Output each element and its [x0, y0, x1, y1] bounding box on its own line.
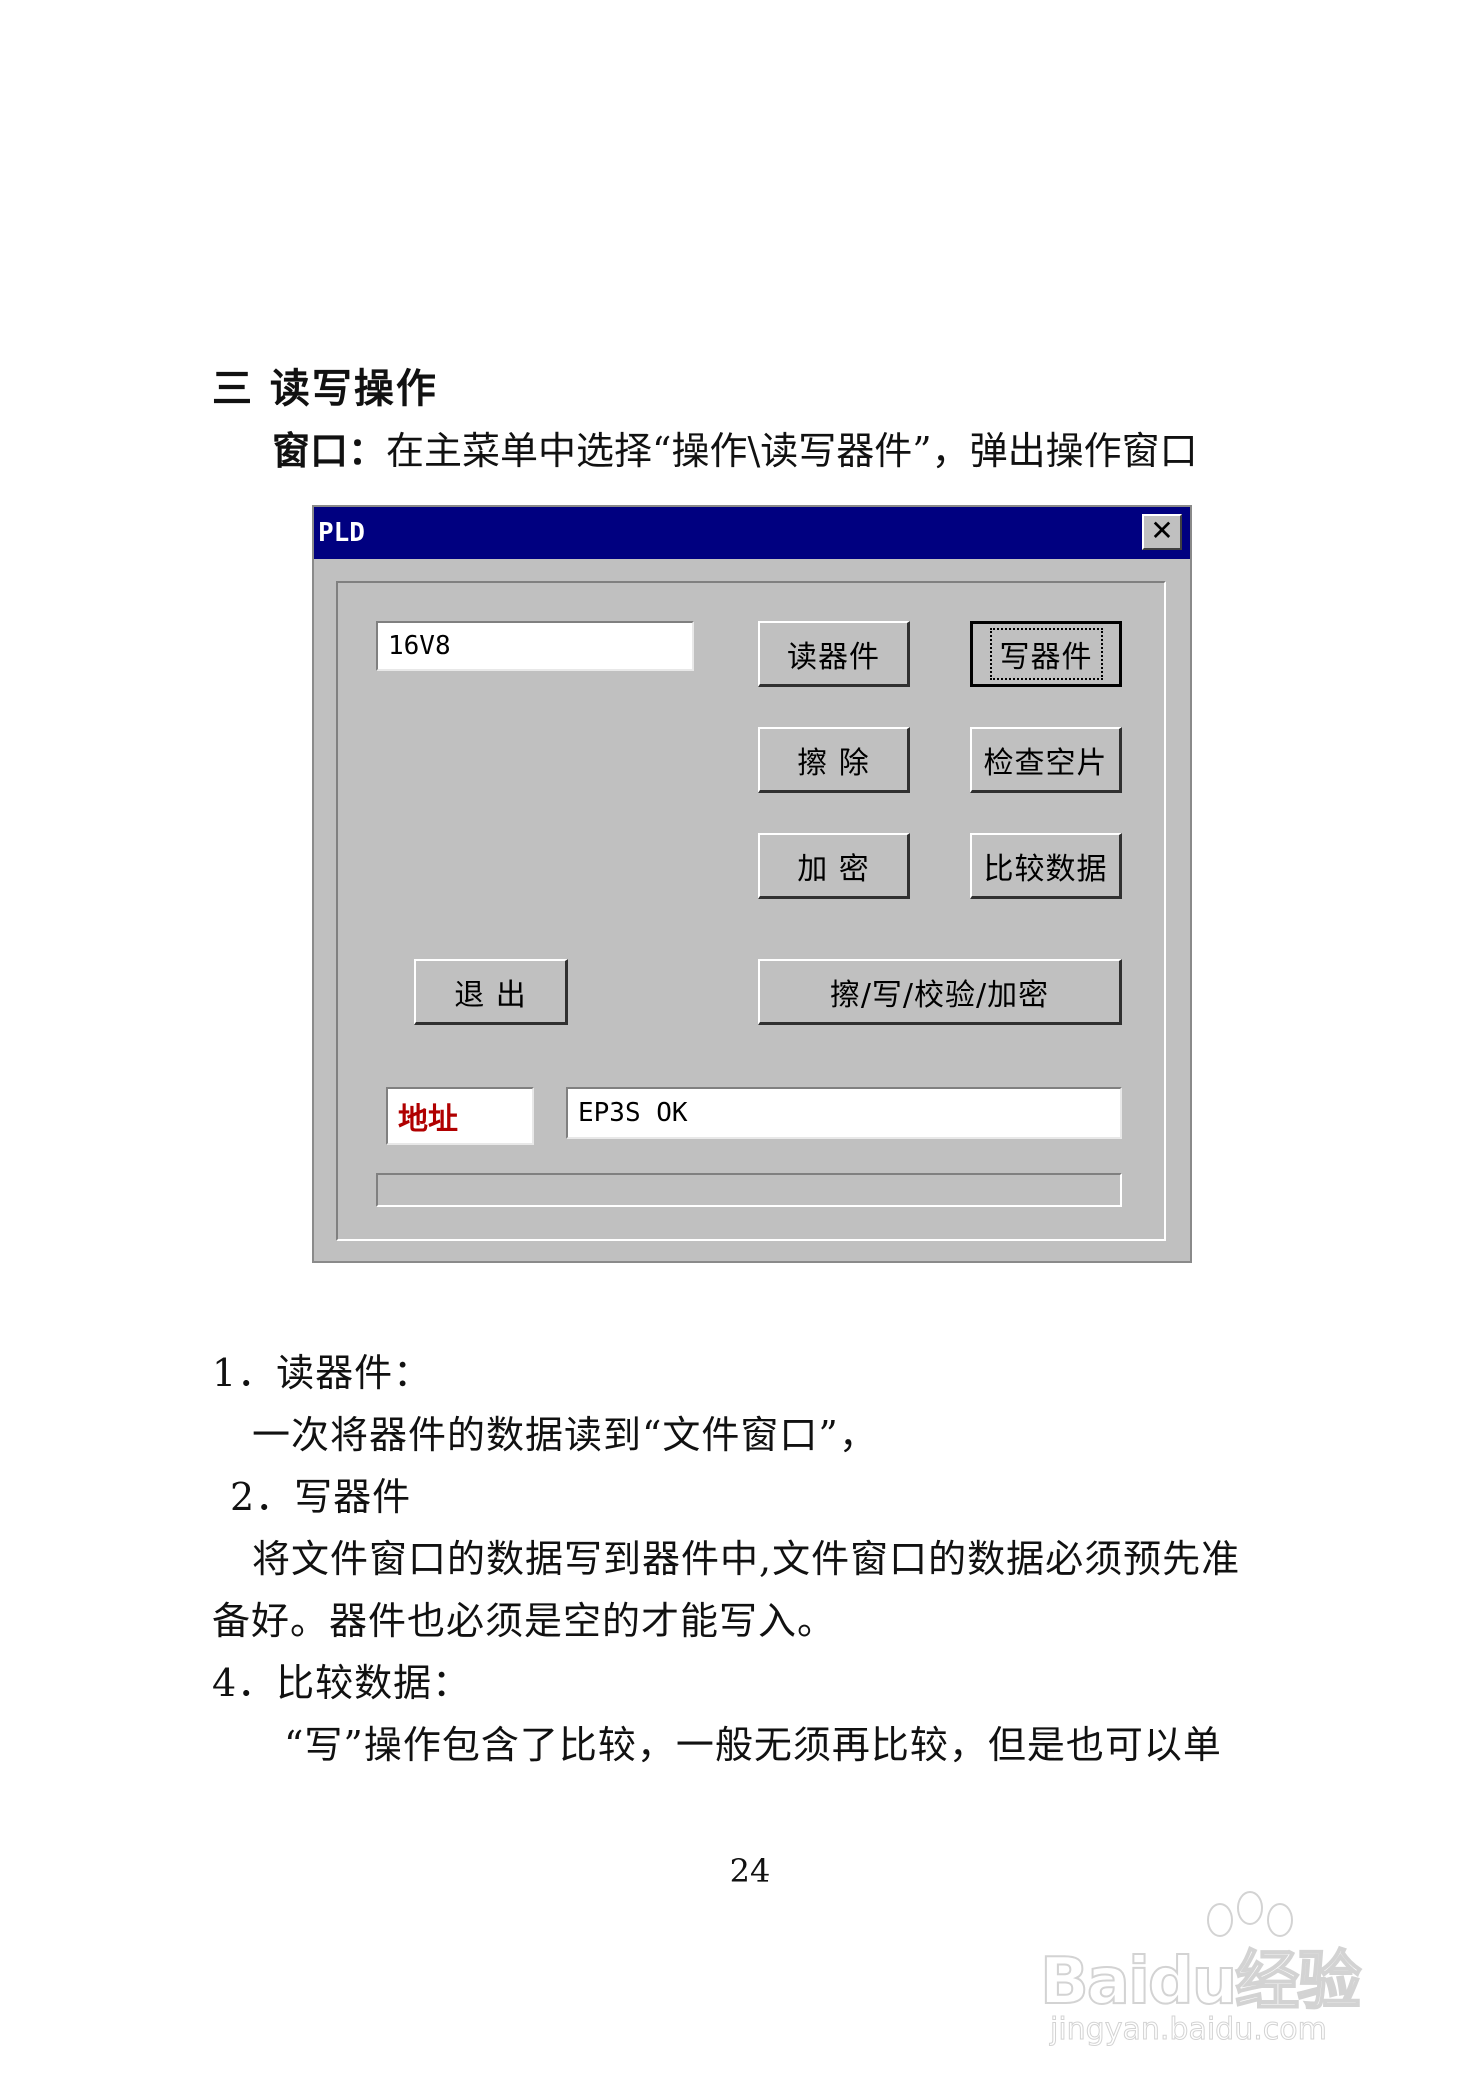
write-device-button[interactable]: 写器件 — [970, 621, 1122, 687]
item2-text-line1: 将文件窗口的数据写到器件中,文件窗口的数据必须预先准 — [252, 1537, 1241, 1581]
close-icon: ✕ — [1150, 514, 1174, 547]
item4-text: “写”操作包含了比较，一般无须再比较，但是也可以单 — [284, 1723, 1222, 1767]
status-field: EP3S OK — [566, 1087, 1122, 1139]
dialog-title: PLD — [318, 518, 365, 548]
compare-data-button[interactable]: 比较数据 — [970, 833, 1122, 899]
baidu-watermark: Baidu经验 jingyan.baidu.com — [1039, 1890, 1440, 2050]
device-type-field[interactable]: 16V8 — [376, 621, 694, 671]
item4-title: 4．比较数据： — [212, 1661, 472, 1705]
section-title: 三 读写操作 — [212, 366, 438, 412]
item1-text: 一次将器件的数据读到“文件窗口”， — [252, 1413, 878, 1457]
write-device-label: 写器件 — [989, 628, 1103, 680]
exit-button[interactable]: 退 出 — [414, 959, 568, 1025]
erase-button[interactable]: 擦 除 — [758, 727, 910, 793]
watermark-url: jingyan.baidu.com — [1050, 2012, 1328, 2048]
close-button[interactable]: ✕ — [1142, 514, 1182, 550]
blank-check-button[interactable]: 检查空片 — [970, 727, 1122, 793]
item1-title: 1．读器件： — [212, 1351, 433, 1395]
watermark-brand: Baidu经验 — [1039, 1944, 1362, 2020]
page-number: 24 — [729, 1852, 771, 1890]
item2-title: 2．写器件 — [230, 1475, 412, 1519]
pld-dialog: PLD ✕ 16V8 读器件 写器件 擦 除 检查空片 加 密 比较数据 退 出… — [312, 505, 1192, 1263]
read-device-button[interactable]: 读器件 — [758, 621, 910, 687]
intro-text: 在主菜单中选择“操作\读写器件”，弹出操作窗口 — [386, 429, 1198, 473]
dialog-titlebar[interactable]: PLD ✕ — [314, 507, 1190, 559]
erase-write-verify-encrypt-button[interactable]: 擦/写/校验/加密 — [758, 959, 1122, 1025]
intro-lead: 窗口： — [272, 429, 387, 473]
address-field: 地址 — [386, 1087, 534, 1145]
dialog-panel: 16V8 读器件 写器件 擦 除 检查空片 加 密 比较数据 退 出 擦/写/校… — [336, 581, 1166, 1241]
progress-bar — [376, 1173, 1122, 1207]
item2-text-line2: 备好。器件也必须是空的才能写入。 — [212, 1599, 837, 1643]
encrypt-button[interactable]: 加 密 — [758, 833, 910, 899]
intro-line: 窗口：在主菜单中选择“操作\读写器件”，弹出操作窗口 — [272, 420, 1198, 475]
